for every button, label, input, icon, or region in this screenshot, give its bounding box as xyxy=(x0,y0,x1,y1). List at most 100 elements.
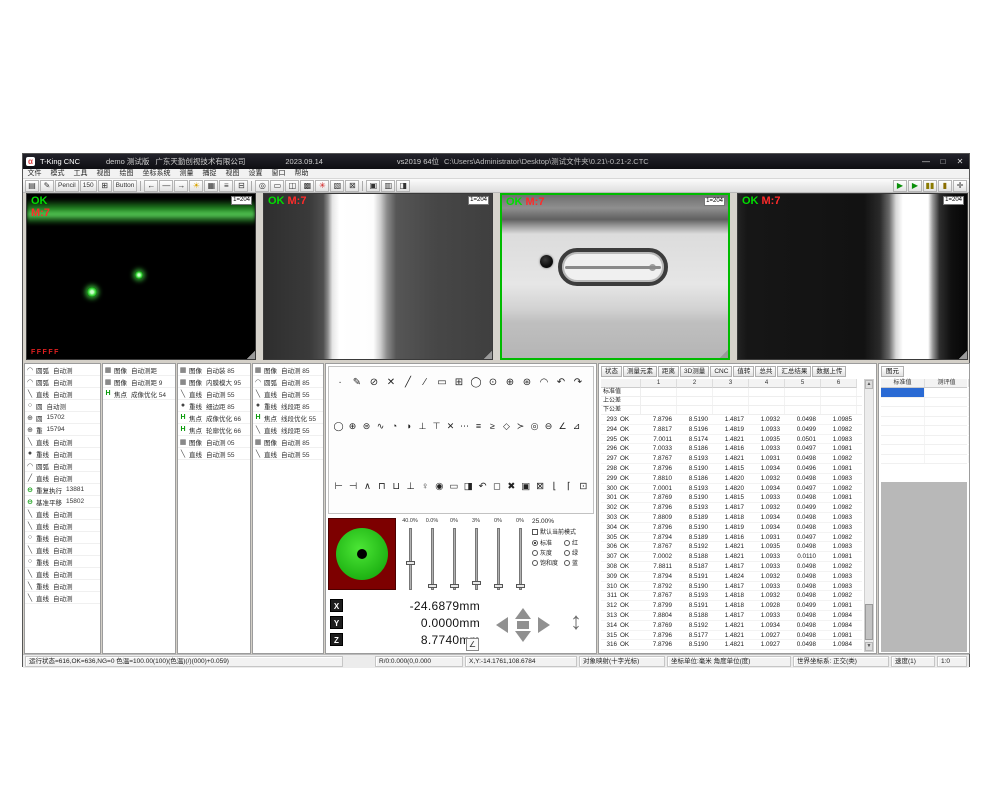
measurement-row[interactable]: 294OK7.88178.51961.48191.09330.04991.098… xyxy=(601,425,862,435)
tolerance-cell[interactable] xyxy=(749,388,785,396)
measurement-row[interactable]: 303OK7.88098.51891.48181.09340.04981.098… xyxy=(601,513,862,523)
measure-tool-icon[interactable]: ≥ xyxy=(486,419,499,434)
pencil-button[interactable]: ✎ xyxy=(40,180,54,192)
empty-cell[interactable] xyxy=(881,445,925,454)
file-menu-button[interactable]: ▤ xyxy=(25,180,39,192)
measurement-row[interactable]: 311OK7.87678.51931.48181.09320.04981.098… xyxy=(601,591,862,601)
measurement-row[interactable]: 301OK7.87698.51901.48151.09330.04981.098… xyxy=(601,493,862,503)
pencil-label-button[interactable]: Pencil xyxy=(55,180,79,192)
jog-pad[interactable] xyxy=(494,608,552,642)
menu-item[interactable]: 文件 xyxy=(23,169,46,178)
cross-button[interactable]: ✛ xyxy=(953,180,967,192)
light-button[interactable]: ☀ xyxy=(189,180,203,192)
tolerance-cell[interactable] xyxy=(641,388,677,396)
camera-view-2[interactable]: OK M:7 1=204 xyxy=(263,193,493,360)
measure-tool-icon[interactable]: ⊕ xyxy=(502,375,518,390)
h-line-button[interactable]: — xyxy=(159,180,173,192)
element-list-item[interactable]: H焦点成像优化 66 xyxy=(178,412,250,424)
measure-tool-icon[interactable]: ✎ xyxy=(349,375,365,390)
selected-cell[interactable] xyxy=(881,388,925,397)
table-tab[interactable]: 总共 xyxy=(755,366,776,377)
multi-view-button[interactable]: ▦ xyxy=(204,180,218,192)
resize-grip-icon[interactable] xyxy=(483,350,492,359)
target-button[interactable]: ◎ xyxy=(255,180,269,192)
measure-tool-icon[interactable]: ▣ xyxy=(519,479,532,494)
empty-cell[interactable] xyxy=(881,436,925,445)
element-list-item[interactable]: ○重线自动测 xyxy=(25,532,100,544)
measure-tool-icon[interactable]: ✕ xyxy=(444,419,457,434)
measure-tool-icon[interactable]: ⊖ xyxy=(542,419,555,434)
element-list-item[interactable]: ◠圆弧自动测 xyxy=(25,364,100,376)
marker-button[interactable]: ✳ xyxy=(315,180,329,192)
color-slider[interactable]: 0% xyxy=(510,518,530,590)
measure-tool-icon[interactable]: ♀ xyxy=(418,479,431,494)
menu-item[interactable]: 模式 xyxy=(46,169,69,178)
element-list-item[interactable]: ╲直线自动测 xyxy=(25,544,100,556)
radio-option[interactable]: 蓝 xyxy=(564,558,594,567)
measurement-row[interactable]: 315OK7.87968.51771.48211.09270.04981.098… xyxy=(601,631,862,641)
measure-tool-icon[interactable]: ▭ xyxy=(447,479,460,494)
measurement-row[interactable]: 309OK7.87948.51911.48241.09320.04981.098… xyxy=(601,572,862,582)
empty-cell[interactable] xyxy=(925,455,969,464)
element-list-item[interactable]: ╲重线自动测 xyxy=(25,580,100,592)
empty-cell[interactable] xyxy=(881,417,925,426)
measure-tool-icon[interactable]: ⊘ xyxy=(366,375,382,390)
run-button[interactable]: ▶ xyxy=(893,180,907,192)
measure-tool-icon[interactable]: ⊥ xyxy=(416,419,429,434)
slider-handle[interactable] xyxy=(494,584,503,588)
measurement-row[interactable]: 297OK7.87678.51931.48211.09310.04981.098… xyxy=(601,454,862,464)
element-list-item[interactable]: ⊕圆15702 xyxy=(25,412,100,424)
measure-tool-icon[interactable]: ⊜ xyxy=(360,419,373,434)
measure-tool-icon[interactable]: ↶ xyxy=(476,479,489,494)
element-list-item[interactable]: ╲直线自动测 xyxy=(25,436,100,448)
measurement-row[interactable]: 313OK7.88048.51881.48171.09330.04981.098… xyxy=(601,611,862,621)
measure-tool-icon[interactable]: ≻ xyxy=(514,419,527,434)
measure-tool-icon[interactable]: ∿ xyxy=(374,419,387,434)
element-list-item[interactable]: ◠圆弧自动测 xyxy=(25,460,100,472)
menu-item[interactable]: 绘图 xyxy=(115,169,138,178)
split-view-button[interactable]: ◫ xyxy=(285,180,299,192)
resize-grip-icon[interactable] xyxy=(246,350,255,359)
run-all-button[interactable]: ▶ xyxy=(908,180,922,192)
element-list-item[interactable]: ⊖基准平移15802 xyxy=(25,496,100,508)
color-slider[interactable]: 3% xyxy=(466,518,486,590)
measure-tool-icon[interactable]: ╱ xyxy=(400,375,416,390)
element-list-item[interactable]: ○圆自动测 xyxy=(25,400,100,412)
measure-tool-icon[interactable]: ⊙ xyxy=(485,375,501,390)
tolerance-cell[interactable] xyxy=(821,406,857,414)
element-list-item[interactable]: ▦图像自动装 85 xyxy=(178,364,250,376)
camera-view-1[interactable]: FFFFF OK M:7 1=204 xyxy=(26,193,256,360)
radio-option[interactable]: 灰度 xyxy=(532,548,562,557)
empty-cell[interactable] xyxy=(925,445,969,454)
measure-tool-icon[interactable]: ◠ xyxy=(536,375,552,390)
element-list-item[interactable]: ⊖重复执行13881 xyxy=(25,484,100,496)
element-list-item[interactable]: ╲直线线段距 55 xyxy=(253,424,323,436)
jog-down-icon[interactable] xyxy=(515,631,531,642)
measure-tool-icon[interactable]: ⊤ xyxy=(430,419,443,434)
measurement-row[interactable]: 305OK7.87948.51891.48161.09310.04971.098… xyxy=(601,533,862,543)
scroll-down-icon[interactable]: ▼ xyxy=(865,642,873,651)
empty-cell[interactable] xyxy=(881,407,925,416)
measure-tool-icon[interactable]: ◯ xyxy=(332,419,345,434)
radio-option[interactable]: 标准 xyxy=(532,538,562,547)
menu-item[interactable]: 设置 xyxy=(244,169,267,178)
camera-view-3-selected[interactable]: OK M:7 1=204 xyxy=(500,193,730,360)
table-scrollbar[interactable]: ▲ ▼ xyxy=(864,379,874,652)
move-left-button[interactable]: ← xyxy=(144,180,158,192)
measure-tool-icon[interactable]: ⌊ xyxy=(548,479,561,494)
measurement-row[interactable]: 299OK7.88108.51861.48201.09320.04981.098… xyxy=(601,474,862,484)
measure-tool-icon[interactable]: ✖ xyxy=(505,479,518,494)
tolerance-cell[interactable] xyxy=(713,406,749,414)
menu-item[interactable]: 工具 xyxy=(69,169,92,178)
slider-track[interactable] xyxy=(431,528,434,590)
measure-tool-icon[interactable]: ◎ xyxy=(528,419,541,434)
measurement-row[interactable]: 298OK7.87968.51901.48151.09340.04961.098… xyxy=(601,464,862,474)
table-tab[interactable]: 值转 xyxy=(733,366,754,377)
menu-item[interactable]: 窗口 xyxy=(267,169,290,178)
measure-tool-icon[interactable]: ◔ xyxy=(388,419,401,434)
radio-option[interactable]: 绿 xyxy=(564,548,594,557)
empty-cell[interactable] xyxy=(925,417,969,426)
slider-track[interactable] xyxy=(453,528,456,590)
element-list-item[interactable]: H焦点轮廓优化 66 xyxy=(178,424,250,436)
measure-tool-icon[interactable]: ∧ xyxy=(361,479,374,494)
